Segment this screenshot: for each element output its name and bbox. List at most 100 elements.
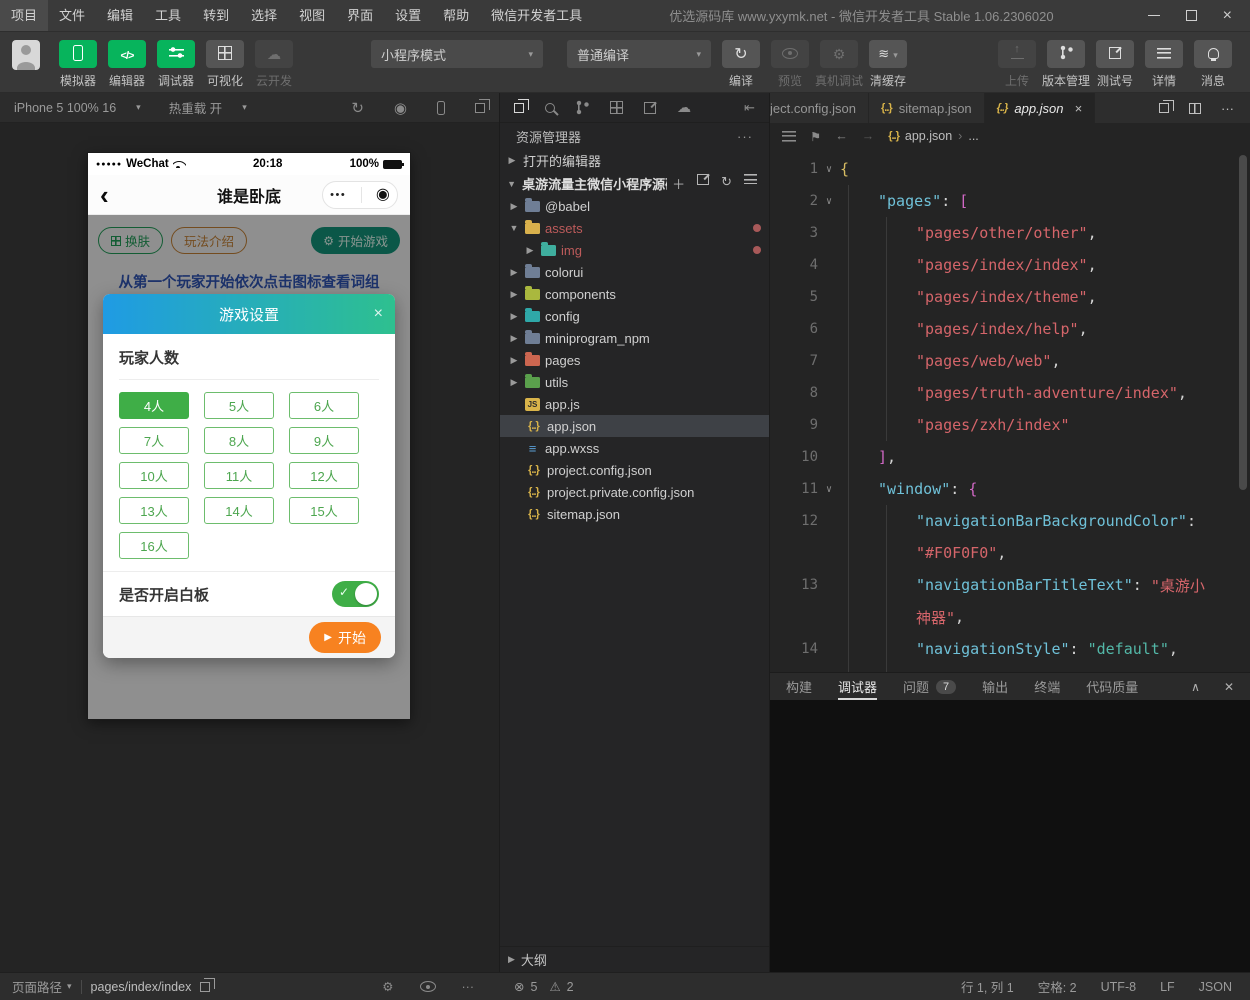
toolbar-code-button[interactable]: </> 编辑器 <box>103 40 151 89</box>
breadcrumb-file[interactable]: app.json <box>905 129 952 143</box>
status-item-0[interactable]: 行 1, 列 1 <box>961 977 1014 996</box>
rotate-icon[interactable]: ↻ <box>351 99 364 117</box>
tree-item-app.wxss[interactable]: ≡ app.wxss <box>500 437 769 459</box>
outline-icon[interactable] <box>782 130 796 142</box>
toolbar-refresh-button[interactable]: ↻ 编译 <box>717 40 765 89</box>
project-root[interactable]: ▼ 桌游流量主微信小程序源码 ＋ ↻ <box>500 172 769 195</box>
menu-5[interactable]: 选择 <box>240 0 288 31</box>
editor-scrollbar[interactable] <box>1239 155 1247 490</box>
player-option-5人[interactable]: 5人 <box>204 392 274 419</box>
player-option-16人[interactable]: 16人 <box>119 532 189 559</box>
menu-6[interactable]: 视图 <box>288 0 336 31</box>
hot-reload-select[interactable]: 热重载 开 ▾ <box>169 98 247 117</box>
tab-close-icon[interactable]: × <box>1075 101 1083 116</box>
editor-tab-app.json[interactable]: {..} app.json × <box>984 93 1096 123</box>
compile-select[interactable]: 普通编译 ▾ <box>567 40 711 68</box>
toolbar-details-button[interactable]: 详情 <box>1140 40 1188 89</box>
tree-item-miniprogram_npm[interactable]: ▶ miniprogram_npm <box>500 327 769 349</box>
capsule-menu[interactable]: ••• ◉ <box>322 180 398 209</box>
tree-item-app.json[interactable]: {..} app.json <box>500 415 769 437</box>
toolbar-external-link-button[interactable]: 测试号 <box>1091 40 1139 89</box>
home-capsule-icon[interactable]: ◉ <box>376 186 390 203</box>
refresh-icon[interactable]: ↻ <box>721 174 732 193</box>
player-option-13人[interactable]: 13人 <box>119 497 189 524</box>
menu-4[interactable]: 转到 <box>192 0 240 31</box>
open-editors-section[interactable]: ▶ 打开的编辑器 <box>500 149 769 172</box>
tree-item-project.config.json[interactable]: {..} project.config.json <box>500 459 769 481</box>
search-icon[interactable] <box>545 102 555 113</box>
player-option-10人[interactable]: 10人 <box>119 462 189 489</box>
fold-icon[interactable]: ∨ <box>818 164 840 175</box>
menu-10[interactable]: 微信开发者工具 <box>480 0 593 31</box>
menu-9[interactable]: 帮助 <box>432 0 480 31</box>
forward-arrow-icon[interactable]: → <box>862 129 875 143</box>
source-control-icon[interactable] <box>576 100 589 115</box>
toolbar-grid-button[interactable]: 可视化 <box>201 40 249 89</box>
player-option-11人[interactable]: 11人 <box>204 462 274 489</box>
player-option-14人[interactable]: 14人 <box>204 497 274 524</box>
more-icon[interactable]: ••• <box>330 189 346 201</box>
tree-item-colorui[interactable]: ▶ colorui <box>500 261 769 283</box>
device-frame-icon[interactable] <box>437 100 445 115</box>
page-path-label[interactable]: 页面路径 <box>12 977 62 996</box>
tree-item-components[interactable]: ▶ components <box>500 283 769 305</box>
fold-icon[interactable]: ∨ <box>818 196 840 207</box>
split-editor-icon[interactable] <box>1189 102 1201 114</box>
collapse-panel-icon[interactable]: ∧ <box>1191 680 1200 694</box>
more-icon[interactable]: ··· <box>462 980 475 994</box>
editor-tab-sitemap.json[interactable]: {..} sitemap.json <box>869 93 985 123</box>
collapse-sidebar-icon[interactable]: ⇤ <box>744 100 755 116</box>
extensions-icon[interactable] <box>610 101 623 114</box>
close-icon[interactable]: × <box>1223 7 1232 24</box>
problems-summary[interactable]: ⊗ 5 ⚠ 2 <box>500 979 770 995</box>
eye-icon[interactable] <box>419 981 436 992</box>
start-button[interactable]: ▶ 开始 <box>309 622 381 653</box>
more-actions-icon[interactable]: ··· <box>737 129 753 144</box>
avatar[interactable] <box>12 40 40 70</box>
fold-icon[interactable]: ∨ <box>818 484 840 495</box>
player-option-7人[interactable]: 7人 <box>119 427 189 454</box>
more-icon[interactable]: ··· <box>1221 101 1234 116</box>
tree-item-config[interactable]: ▶ config <box>500 305 769 327</box>
tree-item-assets[interactable]: ▼ assets <box>500 217 769 239</box>
back-arrow-icon[interactable]: ← <box>835 129 848 143</box>
cloud-icon[interactable]: ☁ <box>677 99 691 116</box>
new-file-icon[interactable]: ＋ <box>672 174 685 193</box>
tree-item-project.private.config.json[interactable]: {..} project.private.config.json <box>500 481 769 503</box>
tree-item-img[interactable]: ▶ img <box>500 239 769 261</box>
status-item-1[interactable]: 空格: 2 <box>1038 977 1077 996</box>
status-item-3[interactable]: LF <box>1160 980 1175 994</box>
tree-item-sitemap.json[interactable]: {..} sitemap.json <box>500 503 769 525</box>
code-editor[interactable]: 1 ∨{2 ∨ "pages": [3 "pages/other/other", 4 "pa… <box>770 149 1250 672</box>
toolbar-branch-button[interactable]: 版本管理 <box>1042 40 1090 89</box>
tree-item-app.js[interactable]: JS app.js <box>500 393 769 415</box>
player-option-8人[interactable]: 8人 <box>204 427 274 454</box>
close-panel-icon[interactable]: ✕ <box>1224 680 1234 694</box>
outline-section[interactable]: ▶ 大纲 <box>500 946 769 972</box>
collapse-all-icon[interactable] <box>744 174 757 184</box>
debug-tab-终端[interactable]: 终端 <box>1034 673 1060 700</box>
status-item-4[interactable]: JSON <box>1199 980 1232 994</box>
tree-item-utils[interactable]: ▶ utils <box>500 371 769 393</box>
editor-tab-ject.config.json[interactable]: ject.config.json <box>770 93 869 123</box>
bookmark-icon[interactable]: ⚑ <box>810 129 821 144</box>
menu-3[interactable]: 工具 <box>144 0 192 31</box>
toolbar-phone-button[interactable]: 模拟器 <box>54 40 102 89</box>
toolbar-bell-button[interactable]: 消息 <box>1189 40 1237 89</box>
menu-0[interactable]: 项目 <box>0 0 49 31</box>
npm-icon[interactable] <box>644 101 656 114</box>
toolbar-layers-button[interactable]: ≋ ▾ 清缓存 <box>864 40 912 89</box>
debug-tab-构建[interactable]: 构建 <box>786 673 812 700</box>
files-icon[interactable] <box>514 99 529 113</box>
copy-icon[interactable] <box>200 978 215 992</box>
status-item-2[interactable]: UTF-8 <box>1101 980 1136 994</box>
toolbar-sliders-button[interactable]: 调试器 <box>152 40 200 89</box>
mode-select[interactable]: 小程序模式 ▾ <box>371 40 543 68</box>
record-icon[interactable]: ◉ <box>394 99 407 117</box>
menu-7[interactable]: 界面 <box>336 0 384 31</box>
tree-item-@babel[interactable]: ▶ @babel <box>500 195 769 217</box>
tree-item-pages[interactable]: ▶ pages <box>500 349 769 371</box>
minimize-icon[interactable] <box>1147 14 1160 17</box>
maximize-icon[interactable] <box>1185 10 1197 21</box>
menu-8[interactable]: 设置 <box>384 0 432 31</box>
